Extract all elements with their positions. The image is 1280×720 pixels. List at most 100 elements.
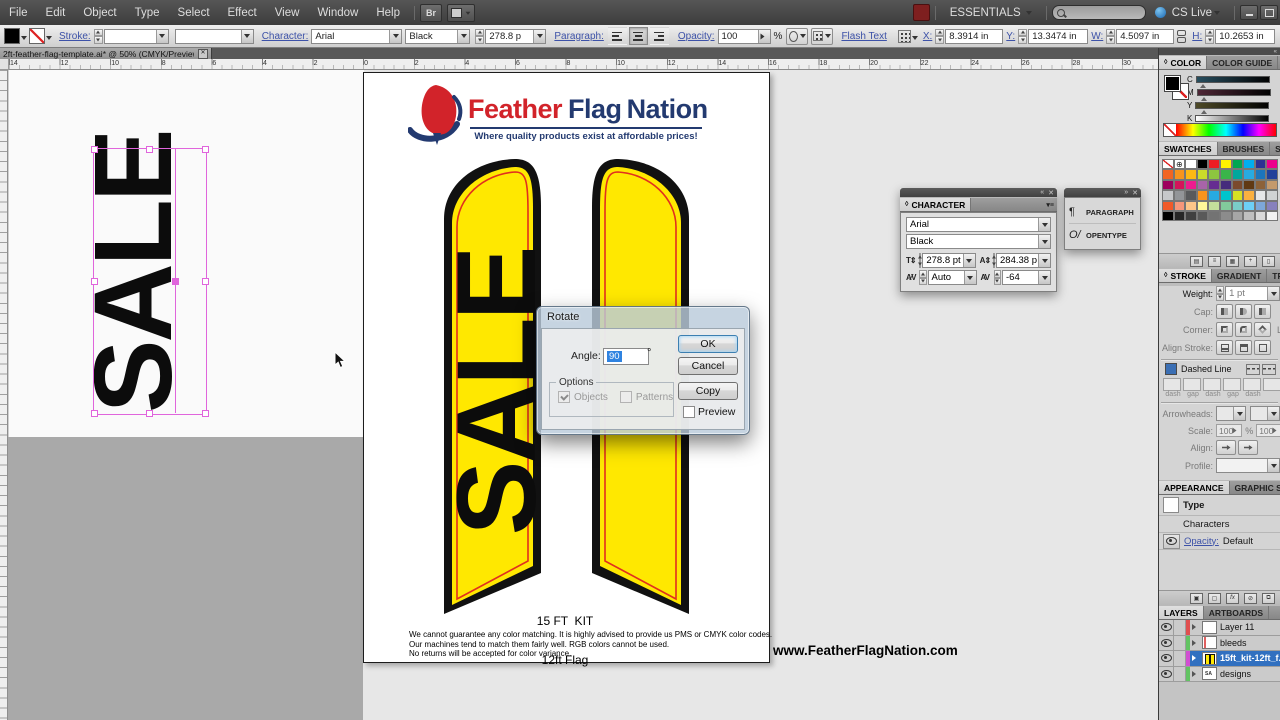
cancel-button[interactable]: Cancel: [678, 357, 738, 375]
color-swatch[interactable]: [1266, 211, 1278, 221]
color-swatch[interactable]: [1232, 159, 1244, 169]
none-swatch[interactable]: [1162, 159, 1174, 169]
color-swatch[interactable]: [1220, 180, 1232, 190]
menu-item[interactable]: Help: [367, 0, 409, 25]
corner-miter-button[interactable]: [1216, 322, 1233, 337]
search-input[interactable]: [1052, 5, 1146, 20]
color-swatch[interactable]: [1208, 180, 1220, 190]
layer-name[interactable]: designs: [1220, 669, 1251, 679]
color-swatch[interactable]: [1243, 159, 1255, 169]
font-family-select[interactable]: Arial: [906, 217, 1051, 232]
color-swatch[interactable]: [1174, 201, 1186, 211]
copy-button[interactable]: Copy: [678, 382, 738, 400]
color-swatch[interactable]: [1266, 190, 1278, 200]
angle-input[interactable]: 90: [603, 348, 649, 365]
collapsed-panel-group[interactable]: » ✕ ¶ PARAGRAPH O/ OPENTYPE: [1064, 188, 1141, 250]
color-swatch[interactable]: [1162, 190, 1174, 200]
clear-appearance-icon[interactable]: ⊘: [1244, 593, 1257, 604]
selection-handle[interactable]: [146, 146, 153, 153]
w-stepper[interactable]: [1106, 29, 1115, 44]
new-swatch-icon[interactable]: +: [1244, 256, 1257, 267]
close-icon[interactable]: ✕: [1132, 189, 1138, 197]
patterns-checkbox[interactable]: [620, 391, 632, 403]
tab-graphic-styles[interactable]: GRAPHIC STYLES: [1230, 481, 1280, 494]
disclaimer-text[interactable]: We cannot guarantee any color matching. …: [409, 630, 772, 659]
tab-gradient[interactable]: GRADIENT: [1212, 269, 1267, 282]
slider-marker[interactable]: [1201, 94, 1207, 101]
w-field[interactable]: 4.5097 in: [1116, 29, 1174, 44]
color-swatch[interactable]: [1266, 180, 1278, 190]
visibility-eye-icon[interactable]: [1159, 667, 1174, 682]
dash-preset-icon[interactable]: [1246, 364, 1260, 375]
align-arrow-tip-button[interactable]: [1216, 440, 1236, 455]
visibility-eye-icon[interactable]: [1159, 651, 1174, 666]
color-swatch[interactable]: [1185, 211, 1197, 221]
color-swatch[interactable]: [1208, 190, 1220, 200]
menu-item[interactable]: Object: [74, 0, 125, 25]
yellow-slider[interactable]: [1195, 102, 1269, 109]
h-field[interactable]: 10.2653 in: [1215, 29, 1275, 44]
link-wh-icon[interactable]: [1177, 30, 1186, 43]
color-swatch[interactable]: [1266, 169, 1278, 179]
color-swatch[interactable]: [1255, 190, 1267, 200]
opacity-mask-button[interactable]: [786, 28, 808, 45]
tab-color[interactable]: ◊ COLOR: [1159, 56, 1207, 69]
collapse-icon[interactable]: «: [1040, 189, 1044, 196]
character-link[interactable]: Character:: [262, 31, 309, 42]
color-swatch[interactable]: [1220, 169, 1232, 179]
lock-toggle[interactable]: [1174, 620, 1186, 635]
dash-field[interactable]: [1243, 378, 1261, 391]
rotate-dialog[interactable]: Rotate Angle: 90 ° Options Objects Patte…: [536, 306, 750, 435]
layer-row-selected[interactable]: 15ft_kit-12ft_f...: [1159, 651, 1280, 667]
horizontal-ruler[interactable]: 1412108642024681012141618202224262830: [0, 59, 1158, 70]
weight-stepper[interactable]: [1216, 286, 1224, 301]
font-size-value[interactable]: 278.8 pt: [922, 253, 975, 268]
tab-symbols[interactable]: SYMBOLS: [1270, 142, 1280, 155]
gap-field[interactable]: [1223, 378, 1241, 391]
opacity-link[interactable]: Opacity:: [1184, 536, 1219, 547]
color-swatch[interactable]: [1255, 211, 1267, 221]
none-swatch[interactable]: [1164, 124, 1176, 136]
chevron-down-icon[interactable]: [912, 36, 918, 43]
magenta-slider[interactable]: [1197, 89, 1271, 96]
y-link[interactable]: Y:: [1006, 31, 1015, 42]
disclosure-triangle-icon[interactable]: [1192, 655, 1199, 661]
dash-field[interactable]: [1203, 378, 1221, 391]
h-stepper[interactable]: [1205, 29, 1214, 44]
color-swatch[interactable]: [1197, 180, 1209, 190]
restore-button[interactable]: [1260, 5, 1278, 20]
menu-item[interactable]: View: [266, 0, 309, 25]
align-inside-button[interactable]: [1235, 340, 1252, 355]
delete-swatch-icon[interactable]: ▯: [1262, 256, 1275, 267]
stroke-color-swatch[interactable]: [29, 28, 45, 44]
selection-center-point[interactable]: [172, 278, 179, 285]
panel-titlebar[interactable]: « ✕: [900, 188, 1057, 197]
arrowhead-start-combo[interactable]: [1216, 406, 1246, 421]
flash-text-link[interactable]: Flash Text: [841, 31, 886, 42]
align-center-button[interactable]: [1216, 340, 1233, 355]
color-swatch[interactable]: [1220, 211, 1232, 221]
layer-name[interactable]: Layer 11: [1220, 622, 1254, 632]
color-swatch[interactable]: [1208, 211, 1220, 221]
gap-field[interactable]: [1263, 378, 1280, 391]
color-swatch[interactable]: [1220, 201, 1232, 211]
spectrum-gradient[interactable]: [1176, 124, 1276, 136]
menu-item[interactable]: Edit: [37, 0, 75, 25]
collapse-dock-icon[interactable]: «: [1274, 49, 1277, 55]
selection-handle[interactable]: [146, 410, 153, 417]
align-right-button[interactable]: [650, 27, 669, 45]
preview-checkbox[interactable]: [683, 406, 695, 418]
visibility-eye-icon[interactable]: [1159, 636, 1174, 651]
arrowhead-end-combo[interactable]: [1250, 406, 1280, 421]
weight-combo[interactable]: 1 pt: [1225, 286, 1280, 301]
menu-item[interactable]: Select: [169, 0, 219, 25]
registration-swatch[interactable]: ⊕: [1174, 159, 1186, 169]
font-style-select[interactable]: Black: [906, 234, 1051, 249]
gap-field[interactable]: [1183, 378, 1201, 391]
tab-character[interactable]: ◊ CHARACTER: [900, 198, 971, 211]
y-field[interactable]: 13.3474 in: [1028, 29, 1088, 44]
selection-handle[interactable]: [202, 410, 209, 417]
tracking-stepper[interactable]: [994, 270, 1002, 285]
color-swatch[interactable]: [1185, 159, 1197, 169]
color-swatch[interactable]: [1197, 169, 1209, 179]
